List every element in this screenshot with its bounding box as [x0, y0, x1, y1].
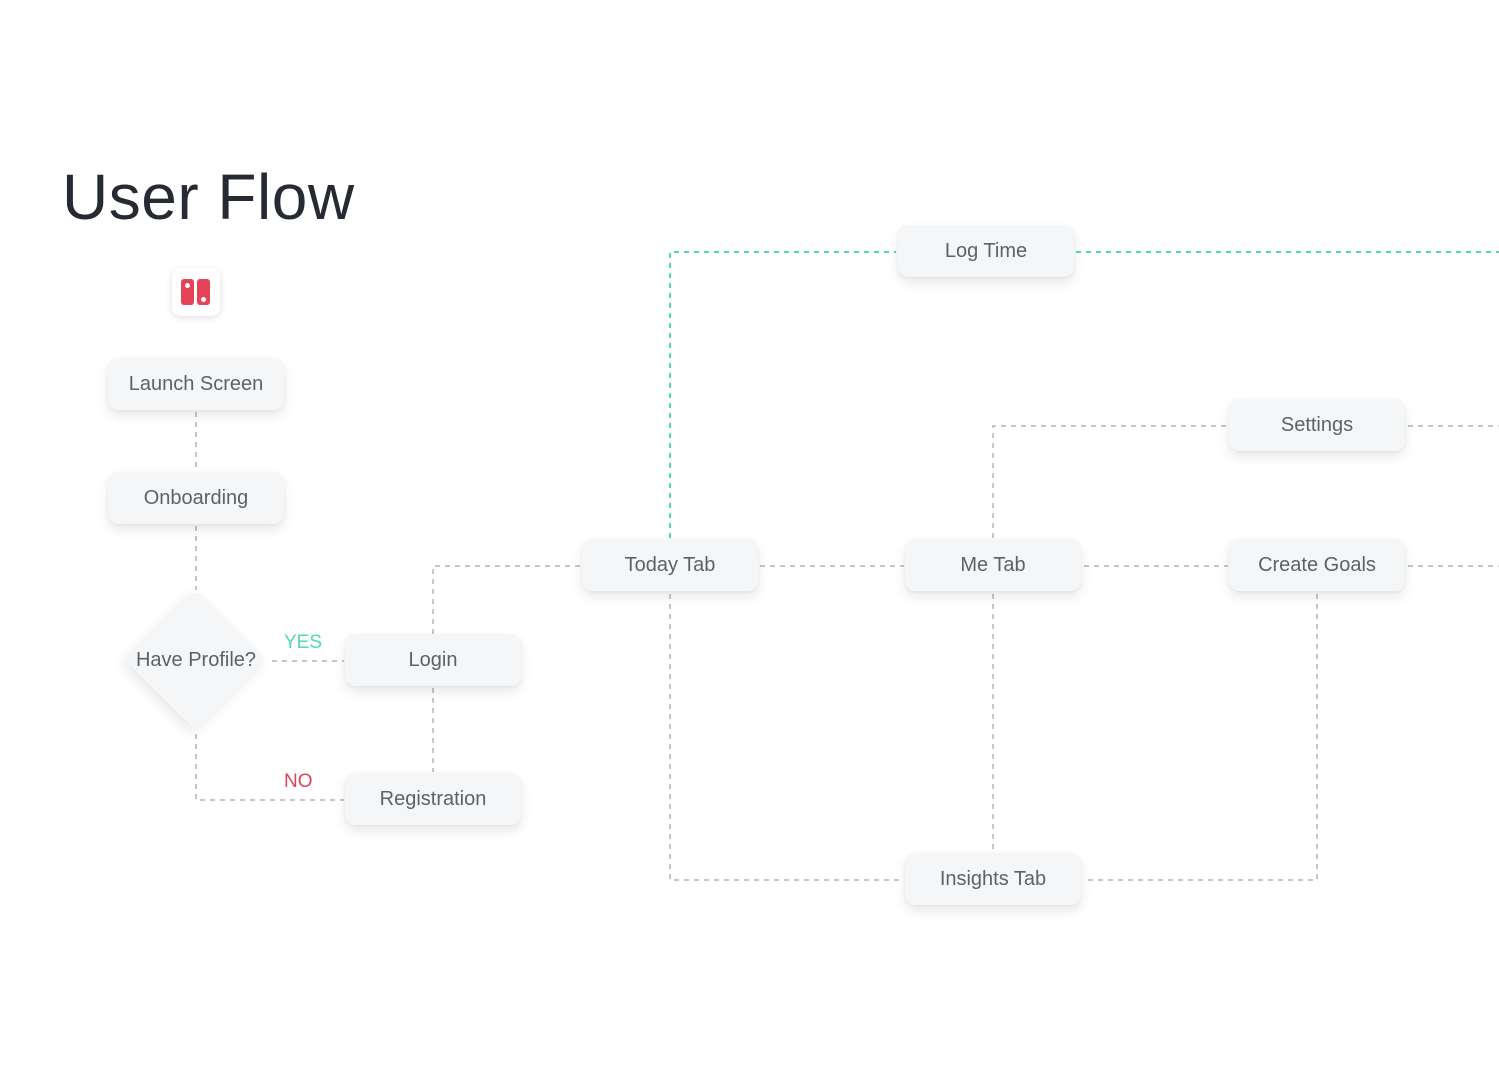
branch-label-yes: YES [284, 632, 323, 653]
app-logo-icon [172, 268, 220, 316]
node-label: Registration [379, 787, 487, 810]
node-label: Onboarding [143, 486, 249, 509]
node-label: Launch Screen [128, 372, 264, 395]
node-label: Insights Tab [939, 867, 1047, 890]
edge-creategoals-insights [1084, 594, 1318, 881]
node-today-tab[interactable]: Today Tab [582, 539, 758, 591]
node-label: Login [408, 648, 458, 671]
node-registration[interactable]: Registration [345, 773, 521, 825]
edge-today-logtime [669, 251, 896, 538]
node-onboarding[interactable]: Onboarding [108, 472, 284, 524]
decision-label: Have Profile? [135, 648, 257, 671]
node-me-tab[interactable]: Me Tab [905, 539, 1081, 591]
edge-me-settings [992, 425, 1228, 538]
node-create-goals[interactable]: Create Goals [1229, 539, 1405, 591]
edge-today-insights [669, 594, 904, 881]
edge-login-today [432, 565, 580, 634]
node-label: Settings [1280, 413, 1354, 436]
connector-layer [195, 251, 1499, 881]
node-settings[interactable]: Settings [1229, 399, 1405, 451]
node-log-time[interactable]: Log Time [898, 225, 1074, 277]
node-login[interactable]: Login [345, 634, 521, 686]
node-label: Log Time [944, 239, 1028, 262]
node-launch-screen[interactable]: Launch Screen [108, 358, 284, 410]
decision-have-profile[interactable]: Have Profile? [124, 588, 268, 732]
node-label: Today Tab [624, 553, 716, 576]
node-label: Me Tab [960, 553, 1026, 576]
edge-profile-registration [195, 734, 344, 801]
branch-label-no: NO [284, 771, 313, 792]
node-insights-tab[interactable]: Insights Tab [905, 853, 1081, 905]
node-label: Create Goals [1258, 553, 1376, 576]
